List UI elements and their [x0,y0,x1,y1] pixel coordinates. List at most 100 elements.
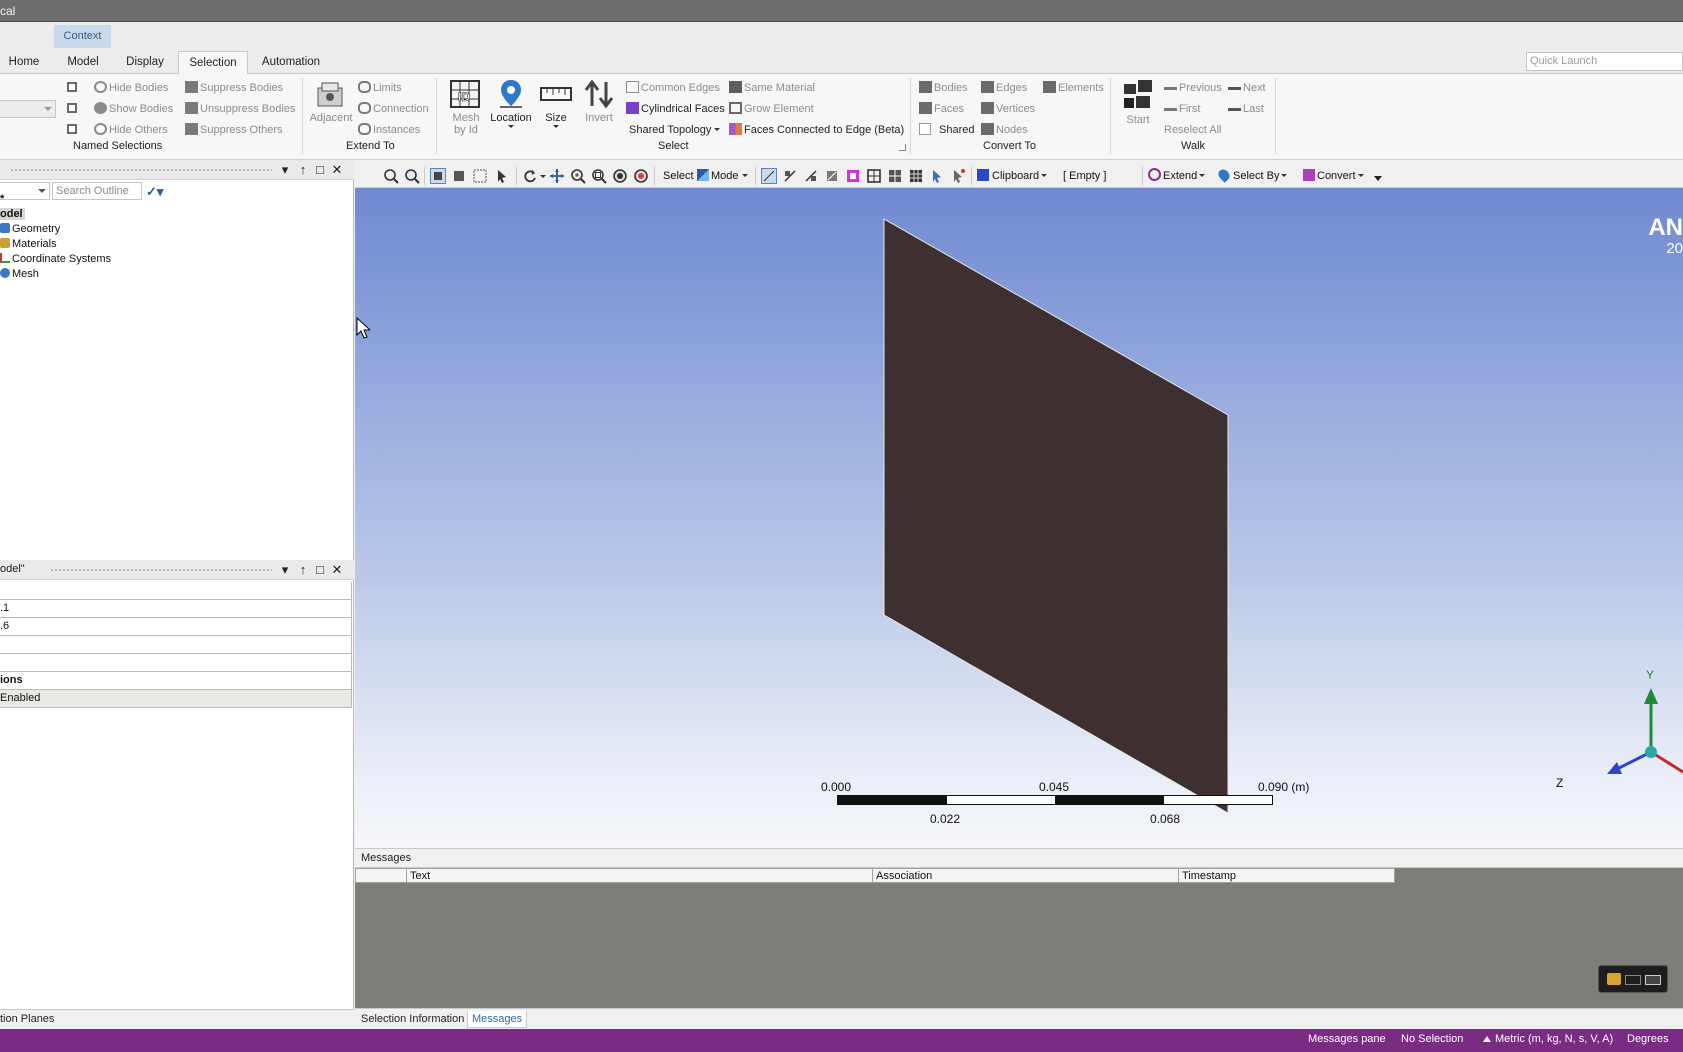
toolbar-overflow-icon[interactable] [1374,176,1382,181]
pane-menu-icon[interactable]: ▾ [278,562,292,577]
section-planes-tab[interactable]: tion Planes [0,1009,354,1029]
close-icon[interactable]: ✕ [330,562,344,577]
input-method-widget[interactable] [1598,965,1668,993]
model-scene[interactable] [355,188,1683,848]
walk-start-button[interactable]: Start [1118,78,1158,126]
details-row[interactable] [0,654,352,672]
convert-vertices-button[interactable]: Vertices [981,101,1035,117]
close-icon[interactable]: ✕ [330,162,344,177]
tab-context[interactable]: Context [54,25,111,48]
shared-checkbox[interactable]: Shared [919,122,974,138]
unsuppress-bodies-button[interactable]: Unsuppress Bodies [185,101,295,117]
select-pointer-icon[interactable] [929,168,945,184]
select-by-dropdown[interactable]: Select By [1216,167,1288,184]
chevron-down-icon[interactable] [540,175,546,178]
size-button[interactable]: Size [538,78,574,128]
shared-topology-dropdown[interactable]: Shared Topology [629,122,721,138]
pin-icon[interactable]: ↑ [296,562,310,577]
grip-dots[interactable] [10,168,272,172]
convert-edges-button[interactable]: Edges [981,80,1027,96]
faces-connected-to-edge-button[interactable]: Faces Connected to Edge (Beta) [729,122,904,138]
column-timestamp[interactable]: Timestamp [1178,869,1396,883]
same-material-button[interactable]: Same Material [729,80,815,96]
pane-menu-icon[interactable]: ▾ [278,162,292,177]
walk-next-button[interactable]: Next [1228,80,1266,96]
tree-root-model[interactable]: odel [0,207,25,222]
connection-button[interactable]: Connection [358,101,429,117]
select-mesh-icon[interactable] [908,168,924,184]
quick-launch-input[interactable]: Quick Launch [1526,52,1683,71]
walk-previous-button[interactable]: Previous [1164,80,1222,96]
limits-button[interactable]: Limits [358,80,402,96]
hide-others-button[interactable]: Hide Others [94,122,168,138]
details-row[interactable]: .1 [0,600,352,618]
suppress-bodies-button[interactable]: Suppress Bodies [185,80,283,96]
select-node-icon[interactable] [845,168,861,184]
location-button[interactable]: Location [488,78,534,128]
box-zoom-icon[interactable] [472,168,488,184]
select-vertex-icon[interactable] [761,168,777,184]
grow-element-button[interactable]: Grow Element [729,101,814,117]
status-units[interactable]: Metric (m, kg, N, s, V, A) [1483,1033,1613,1045]
search-options-icon[interactable]: ✓▾ [146,184,172,200]
hide-bodies-button[interactable]: Hide Bodies [94,80,168,96]
tree-item-geometry[interactable]: Geometry [0,222,60,237]
tree-item-materials[interactable]: Materials [0,237,57,252]
common-edges-button[interactable]: Common Edges [626,80,720,96]
details-row[interactable]: .6 [0,618,352,636]
details-row[interactable]: Enabled [0,690,352,708]
tab-selection-information[interactable]: Selection Information [357,1011,468,1028]
cursor-icon[interactable] [495,168,511,184]
select-mode-icon[interactable] [430,168,446,184]
zoom-to-fit-icon[interactable] [383,168,399,184]
select-mode-dropdown[interactable]: Mode [697,168,748,184]
graphics-viewport[interactable]: AN 20 0.000 0.045 0.090 (m) 0.022 0.068 … [355,188,1683,848]
adjacent-button[interactable]: Adjacent [309,80,353,124]
outline-filter-combo[interactable] [0,182,50,200]
convert-nodes-button[interactable]: Nodes [981,122,1028,138]
select-body-icon[interactable] [824,168,840,184]
tab-model[interactable]: Model [64,51,102,74]
details-row[interactable] [0,636,352,654]
named-selection-combo[interactable] [0,100,56,118]
magnifier-icon[interactable] [404,168,420,184]
invert-button[interactable]: Invert [582,78,616,124]
zoom-fit-icon[interactable] [612,168,628,184]
rotate-icon[interactable] [522,168,538,184]
tab-display[interactable]: Display [124,51,166,74]
tab-automation[interactable]: Automation [258,51,324,74]
show-bodies-button[interactable]: Show Bodies [94,101,173,117]
walk-last-button[interactable]: Last [1228,101,1264,117]
select-element-face-icon[interactable] [866,168,882,184]
details-row[interactable] [0,582,352,600]
tab-selection[interactable]: Selection [178,51,248,74]
tree-item-mesh[interactable]: Mesh [0,267,39,282]
named-selection-icons[interactable] [65,80,81,142]
suppress-others-button[interactable]: Suppress Others [185,122,283,138]
pan-icon[interactable] [549,168,565,184]
convert-faces-button[interactable]: Faces [919,101,964,117]
dialog-launcher-icon[interactable] [899,144,906,151]
extend-dropdown[interactable]: Extend [1148,168,1206,184]
axis-triad[interactable] [1587,668,1683,778]
reselect-all-button[interactable]: Reselect All [1164,122,1221,138]
pin-icon[interactable]: ↑ [296,162,310,177]
mesh-by-id-button[interactable]: ID Mesh by Id [446,78,486,136]
convert-bodies-button[interactable]: Bodies [919,80,968,96]
select-face-icon[interactable] [803,168,819,184]
tab-home[interactable]: Home [6,51,42,74]
walk-first-button[interactable]: First [1164,101,1200,117]
maximize-icon[interactable]: □ [313,162,327,177]
surface-body[interactable] [883,218,1229,814]
details-group-header[interactable]: ions [0,672,352,690]
status-messages-pane[interactable]: Messages pane [1308,1033,1386,1045]
select-extend-icon[interactable] [950,168,966,184]
box-zoom-icon[interactable] [591,168,607,184]
select-element-icon[interactable] [887,168,903,184]
tab-messages[interactable]: Messages [467,1011,528,1028]
maximize-icon[interactable]: □ [313,562,327,577]
column-text[interactable]: Text [406,869,872,883]
zoom-icon[interactable] [570,168,586,184]
tree-item-coordinate-systems[interactable]: Coordinate Systems [0,252,111,267]
instances-button[interactable]: Instances [358,122,420,138]
